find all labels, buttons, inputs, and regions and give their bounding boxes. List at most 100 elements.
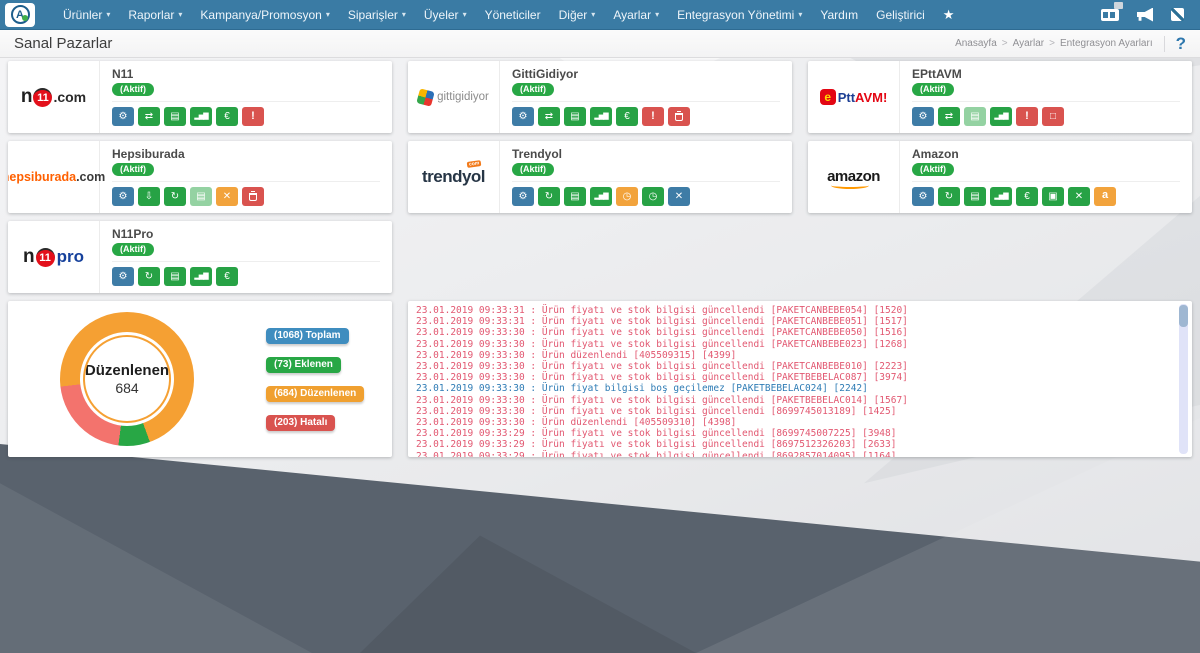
refresh-button[interactable]: ↻ — [164, 187, 186, 206]
exclamation-button[interactable]: ! — [1016, 107, 1038, 126]
file-button[interactable]: ▤ — [164, 107, 186, 126]
favorite-star-icon[interactable]: ★ — [934, 7, 964, 23]
menu-item-yard-m[interactable]: Yardım — [811, 0, 867, 29]
chevron-down-icon: ▾ — [591, 10, 595, 19]
breadcrumb-item[interactable]: Anasayfa — [955, 38, 997, 49]
shuffle-button[interactable]: ✕ — [668, 187, 690, 206]
logo-epttavm: ePttAVM! — [820, 89, 888, 105]
card-title: Amazon — [912, 147, 1180, 161]
log-message: Ürün düzenlendi [405509310] [4398] — [542, 417, 736, 428]
download-button[interactable]: ⇩ — [138, 187, 160, 206]
gear-button[interactable]: ⚙ — [512, 187, 534, 206]
trash-button[interactable] — [668, 107, 690, 126]
log-message: Ürün fiyatı ve stok bilgisi güncellendi … — [542, 305, 908, 316]
chart-button[interactable]: ▂▅▇ — [190, 267, 212, 286]
euro-button[interactable]: € — [616, 107, 638, 126]
square-button[interactable]: □ — [1042, 107, 1064, 126]
chart-button[interactable]: ▂▅▇ — [590, 187, 612, 206]
file-button[interactable]: ▤ — [190, 187, 212, 206]
chevron-down-icon: ▾ — [655, 10, 659, 19]
keyboard-badge-icon[interactable] — [1101, 9, 1119, 21]
refresh-button[interactable]: ↻ — [538, 187, 560, 206]
chart-button[interactable]: ▂▅▇ — [590, 107, 612, 126]
card-logo-area: hepsiburada.com — [8, 141, 100, 213]
trash-button[interactable] — [242, 187, 264, 206]
clock-button[interactable]: ◷ — [616, 187, 638, 206]
log-scrollbar-thumb[interactable] — [1179, 305, 1188, 327]
breadcrumb-item[interactable]: Ayarlar — [1013, 38, 1045, 49]
shuffle-button[interactable]: ✕ — [1068, 187, 1090, 206]
exchange-button[interactable]: ⇄ — [138, 107, 160, 126]
megaphone-icon[interactable] — [1137, 8, 1153, 22]
menu-item-label: Ayarlar — [613, 8, 651, 22]
file-button[interactable]: ▤ — [564, 107, 586, 126]
menu-item-di-er[interactable]: Diğer▾ — [550, 0, 605, 29]
bar-chart-icon: ▂▅▇ — [194, 273, 207, 280]
refresh-button[interactable]: ↻ — [138, 267, 160, 286]
chart-button[interactable]: ▂▅▇ — [190, 107, 212, 126]
edit-square-icon[interactable] — [1171, 8, 1184, 21]
shuffle-button[interactable]: ✕ — [216, 187, 238, 206]
menu-item-raporlar[interactable]: Raporlar▾ — [119, 0, 191, 29]
euro-button[interactable]: € — [1016, 187, 1038, 206]
log-line: 23.01.2019 09:33:30 : Ürün düzenlendi [4… — [416, 350, 1174, 361]
menu-item-kampanya-promosyon[interactable]: Kampanya/Promosyon▾ — [191, 0, 338, 29]
app-logo[interactable]: A — [0, 0, 40, 30]
refresh-button[interactable]: ↻ — [938, 187, 960, 206]
amazon-a-button[interactable]: a — [1094, 187, 1116, 206]
logo-hepsiburada: hepsiburada.com — [8, 170, 105, 184]
euro-button[interactable]: € — [216, 267, 238, 286]
menu-item-label: Diğer — [559, 8, 588, 22]
log-scrollbar[interactable] — [1179, 304, 1188, 454]
file-button[interactable]: ▤ — [164, 267, 186, 286]
log-time: 23.01.2019 09:33:30 — [416, 327, 525, 338]
file-button[interactable]: ▤ — [964, 107, 986, 126]
chart-button[interactable]: ▂▅▇ — [990, 107, 1012, 126]
logo-text: trendyol — [422, 167, 485, 186]
menu-item-y-neticiler[interactable]: Yöneticiler — [476, 0, 550, 29]
gear-button[interactable]: ⚙ — [912, 187, 934, 206]
clock-button[interactable]: ◷ — [642, 187, 664, 206]
chevron-down-icon: ▾ — [463, 10, 467, 19]
file-button[interactable]: ▤ — [964, 187, 986, 206]
exchange-button[interactable]: ⇄ — [538, 107, 560, 126]
app-logo-icon: A — [11, 5, 30, 24]
legend-badge: (684) Düzenlenen — [266, 386, 364, 402]
file-button[interactable]: ▤ — [564, 187, 586, 206]
exclamation-button[interactable]: ! — [242, 107, 264, 126]
log-time: 23.01.2019 09:33:29 — [416, 451, 525, 457]
image-button[interactable]: ▣ — [1042, 187, 1064, 206]
trash-icon — [675, 113, 683, 121]
gear-button[interactable]: ⚙ — [112, 187, 134, 206]
file-icon: ▤ — [970, 112, 979, 122]
menu-item-entegrasyon-y-netimi[interactable]: Entegrasyon Yönetimi▾ — [668, 0, 811, 29]
file-icon: ▤ — [170, 112, 179, 122]
menu-item-label: Yardım — [820, 8, 858, 22]
gear-button[interactable]: ⚙ — [512, 107, 534, 126]
menu-item-ayarlar[interactable]: Ayarlar ▾ — [604, 0, 668, 29]
card-title: N11Pro — [112, 227, 380, 241]
exclamation-button[interactable]: ! — [642, 107, 664, 126]
euro-button[interactable]: € — [216, 107, 238, 126]
help-button[interactable]: ? — [1176, 34, 1186, 54]
shuffle-icon: ✕ — [223, 192, 231, 202]
gear-button[interactable]: ⚙ — [112, 267, 134, 286]
bar-chart-icon: ▂▅▇ — [994, 193, 1007, 200]
log-message: Ürün fiyatı ve stok bilgisi güncellendi … — [542, 327, 908, 338]
bar-chart-icon: ▂▅▇ — [594, 113, 607, 120]
log-line: 23.01.2019 09:33:30 : Ürün fiyat bilgisi… — [416, 383, 1174, 394]
breadcrumb-separator: > — [1002, 38, 1008, 49]
menu-item-label: Ürünler — [63, 8, 102, 22]
log-line: 23.01.2019 09:33:30 : Ürün fiyatı ve sto… — [416, 327, 1174, 338]
menu-item-geli-tirici[interactable]: Geliştirici — [867, 0, 934, 29]
gear-button[interactable]: ⚙ — [912, 107, 934, 126]
menu-item-sipari-ler[interactable]: Siparişler▾ — [339, 0, 415, 29]
exchange-button[interactable]: ⇄ — [938, 107, 960, 126]
menu-item--r-nler[interactable]: Ürünler▾ — [54, 0, 119, 29]
status-badge: (Aktif) — [512, 83, 554, 96]
gear-button[interactable]: ⚙ — [112, 107, 134, 126]
breadcrumb-item[interactable]: Entegrasyon Ayarları — [1060, 38, 1153, 49]
menu-item--yeler[interactable]: Üyeler▾ — [415, 0, 476, 29]
chart-button[interactable]: ▂▅▇ — [990, 187, 1012, 206]
chevron-down-icon: ▾ — [178, 10, 182, 19]
